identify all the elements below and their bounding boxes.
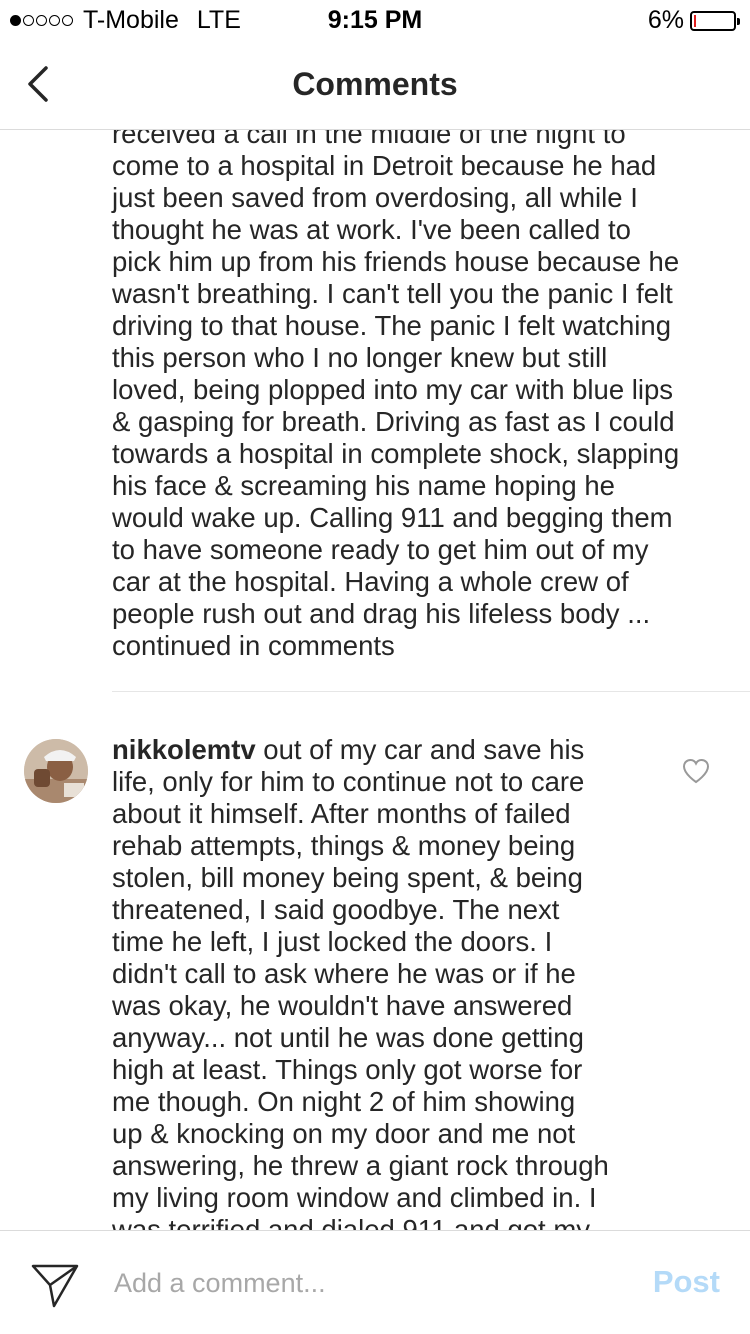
battery-level — [694, 14, 696, 27]
share-button[interactable] — [30, 1261, 80, 1309]
post-button[interactable]: Post — [653, 1264, 720, 1300]
status-time: 9:15 PM — [327, 6, 423, 34]
comments-list[interactable]: received a call in the middle of the nig… — [0, 130, 750, 1230]
comment-text: received a call in the middle of the nig… — [112, 130, 680, 661]
comment-input[interactable] — [114, 1261, 614, 1305]
like-button[interactable] — [681, 757, 711, 785]
heart-outline-icon — [682, 758, 710, 784]
battery-icon — [690, 10, 740, 31]
comment-username[interactable]: nikkolemtv — [112, 734, 256, 765]
battery-percent: 6% — [647, 6, 684, 34]
comment-compose-bar: Post — [0, 1230, 750, 1334]
comment-text: out of my car and save his life, only fo… — [112, 734, 609, 1230]
comment-divider — [112, 691, 750, 692]
status-bar: T-Mobile LTE 9:15 PM 6% — [0, 0, 750, 40]
status-right: 6% — [647, 6, 740, 35]
user-avatar-icon — [24, 739, 88, 803]
paper-plane-icon — [31, 1264, 79, 1308]
avatar[interactable] — [24, 739, 88, 803]
comment-item: nikkolemtv out of my car and save his li… — [112, 734, 672, 1230]
nav-bar: Comments — [0, 40, 750, 130]
comments-screen: T-Mobile LTE 9:15 PM 6% Comments receive… — [0, 0, 750, 1334]
page-title: Comments — [292, 66, 458, 102]
